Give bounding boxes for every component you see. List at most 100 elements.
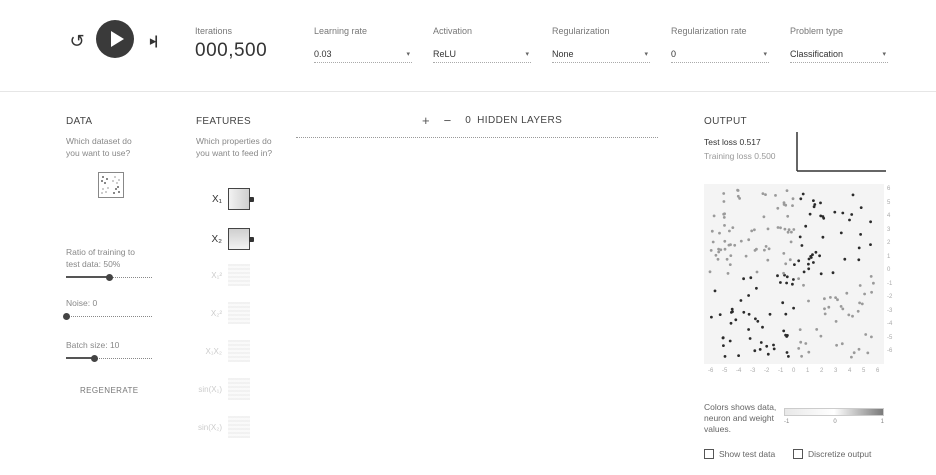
data-point xyxy=(766,258,770,262)
feature-item[interactable]: sin(X₂) xyxy=(196,416,250,438)
feature-heatmap[interactable] xyxy=(228,378,250,400)
add-layer-button[interactable]: + xyxy=(422,113,430,128)
hidden-layers-count: 0 xyxy=(465,115,472,126)
output-heatmap[interactable] xyxy=(704,184,884,364)
x-tick-label: 2 xyxy=(820,368,824,374)
feature-heatmap[interactable] xyxy=(228,340,250,362)
play-icon xyxy=(110,31,124,47)
batch-value: 10 xyxy=(109,340,120,350)
discretize-output-checkbox[interactable]: Discretize output xyxy=(793,449,871,459)
data-point xyxy=(819,214,823,218)
output-title: OUTPUT xyxy=(704,116,747,127)
data-point xyxy=(721,336,725,340)
data-point xyxy=(782,271,785,275)
feature-item[interactable]: X₁² xyxy=(196,264,250,286)
data-point xyxy=(729,321,733,325)
x-tick-label: 3 xyxy=(834,368,838,374)
data-point xyxy=(754,317,757,321)
regenerate-button[interactable]: REGENERATE xyxy=(80,386,139,395)
remove-layer-button[interactable]: − xyxy=(444,113,452,128)
x-tick-label: -1 xyxy=(778,368,784,374)
test-loss: Test loss 0.517 xyxy=(704,137,761,147)
regularization-select[interactable]: None ▾ xyxy=(552,45,650,63)
feature-heatmap[interactable] xyxy=(228,188,254,210)
noise-slider-handle[interactable] xyxy=(63,313,70,320)
ratio-value: 50% xyxy=(103,259,121,269)
data-point xyxy=(847,313,851,317)
data-point xyxy=(764,193,767,196)
chevron-down-icon: ▾ xyxy=(763,50,767,58)
feature-item[interactable]: X₁ xyxy=(196,188,254,210)
regularization-rate-label: Regularization rate xyxy=(671,26,747,36)
batch-slider[interactable] xyxy=(66,355,152,362)
data-point xyxy=(802,270,806,274)
data-point xyxy=(762,215,766,219)
noise-slider[interactable] xyxy=(63,313,152,320)
feature-item[interactable]: X₁X₂ xyxy=(196,340,250,362)
data-point xyxy=(823,297,826,301)
checkbox-box[interactable] xyxy=(793,449,803,459)
reset-icon[interactable]: ↺ xyxy=(66,30,88,52)
data-point xyxy=(755,286,758,290)
feature-item[interactable]: X₂ xyxy=(196,228,254,250)
x-tick-label: -3 xyxy=(750,368,756,374)
play-button[interactable] xyxy=(96,20,134,58)
data-point xyxy=(765,344,769,348)
regularization-rate-select[interactable]: 0 ▾ xyxy=(671,45,769,63)
data-point xyxy=(750,229,754,233)
data-point xyxy=(728,339,732,343)
data-point xyxy=(723,355,727,358)
chevron-down-icon: ▾ xyxy=(525,50,529,58)
data-point xyxy=(851,314,854,318)
data-point xyxy=(726,272,730,275)
data-point xyxy=(733,243,737,247)
data-point xyxy=(784,262,788,266)
data-point xyxy=(787,355,790,358)
learning-rate-select[interactable]: 0.03 ▾ xyxy=(314,45,412,63)
feature-heatmap[interactable] xyxy=(228,264,250,286)
data-point xyxy=(786,214,790,218)
data-point xyxy=(763,248,766,252)
batch-slider-handle[interactable] xyxy=(91,355,99,362)
loss-chart xyxy=(796,132,886,172)
step-icon[interactable]: ▸| xyxy=(143,31,163,51)
feature-heatmap[interactable] xyxy=(228,416,250,438)
data-point xyxy=(851,193,855,197)
checkbox-box[interactable] xyxy=(704,449,714,459)
legend-description: Colors shows data, neuron and weight val… xyxy=(704,402,777,434)
y-tick-label: -5 xyxy=(887,334,893,341)
feature-item[interactable]: sin(X₁) xyxy=(196,378,250,400)
training-loss: Training loss 0.500 xyxy=(704,151,776,161)
data-point xyxy=(779,226,782,230)
data-point xyxy=(739,299,743,302)
ratio-slider-block: Ratio of training to test data: 50% xyxy=(66,246,152,281)
problem-type-select[interactable]: Classification ▾ xyxy=(790,45,888,63)
y-tick-label: 2 xyxy=(887,240,891,246)
feature-heatmap[interactable] xyxy=(228,302,250,324)
data-point xyxy=(793,263,796,266)
color-scale-tick: -1 xyxy=(784,419,790,425)
data-point xyxy=(857,246,861,250)
activation-select[interactable]: ReLU ▾ xyxy=(433,45,531,63)
data-point xyxy=(819,272,823,276)
data-point xyxy=(839,305,843,308)
noise-label-text: Noise: xyxy=(66,298,91,308)
data-point xyxy=(744,254,748,258)
data-point xyxy=(782,203,786,206)
dataset-thumbnail[interactable] xyxy=(98,172,124,198)
discretize-output-label: Discretize output xyxy=(808,449,872,459)
data-point xyxy=(792,306,795,310)
feature-heatmap[interactable] xyxy=(228,228,254,250)
data-point xyxy=(736,189,740,192)
ratio-slider[interactable] xyxy=(66,274,152,281)
features-title: FEATURES xyxy=(196,116,251,127)
data-point xyxy=(782,252,786,255)
feature-item[interactable]: X₂² xyxy=(196,302,250,324)
data-point xyxy=(718,231,721,235)
data-point xyxy=(799,340,803,344)
data-point xyxy=(807,262,810,266)
x-tick-label: -4 xyxy=(736,368,742,374)
show-test-data-checkbox[interactable]: Show test data xyxy=(704,449,775,459)
feature-connector xyxy=(249,237,254,242)
ratio-slider-handle[interactable] xyxy=(106,274,113,281)
